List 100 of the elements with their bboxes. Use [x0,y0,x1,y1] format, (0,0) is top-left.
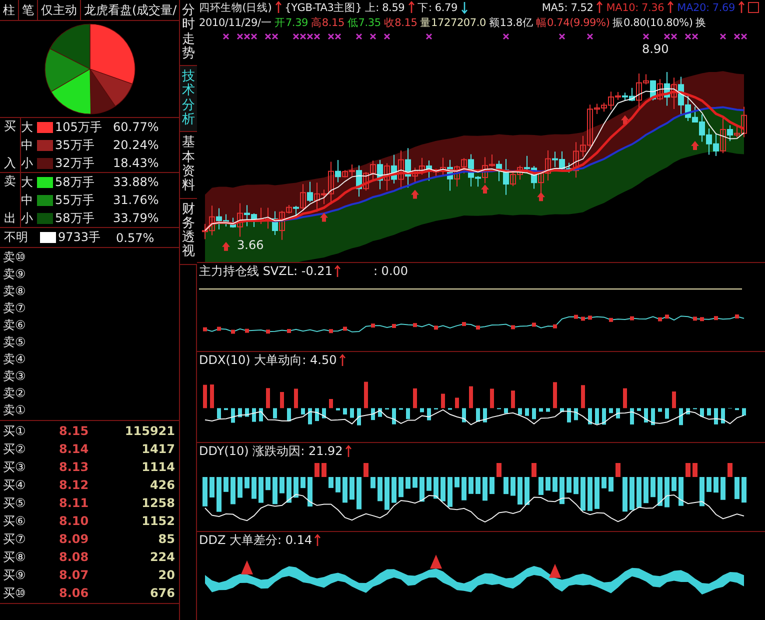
price-label: 3.66 [237,238,264,252]
indicator-title: DDX(10) 大单动向: 4.50 [199,352,337,368]
up-arrow-icon [691,141,699,150]
panel-tab[interactable]: 笔 [19,0,38,20]
indicator-title: DDZ 大单差分: 0.14 [199,532,312,548]
size-label: 大 [21,174,34,190]
up-arrow-icon [411,190,419,199]
ask-label: 卖⑥ [2,317,27,334]
percent-text: 31.76% [113,193,160,207]
up-arrow-icon [537,192,545,202]
bid-label: 买⑥ [3,513,27,530]
side-label: 买 [4,118,16,135]
size-label: 中 [21,192,34,208]
quote-value: 低7.35 [347,16,381,30]
quote-value: 收8.15 [384,16,418,30]
bid-volume: 1152 [140,513,175,530]
bid-volume: 1114 [140,459,175,476]
volume-text: 9733手 [58,229,102,246]
indicator-title: 主力持仓线 SVZL: -0.21 [199,262,332,280]
bid-label: 买⑩ [3,585,27,602]
chart-title: 四环生物(日线) [199,0,272,14]
square-icon[interactable] [748,2,759,13]
quote-value: 量1727207.0 [420,16,486,30]
volume-text: 55万手 [55,192,96,208]
spike-marker [549,564,561,578]
up-arrow-icon [334,264,342,278]
view-tab[interactable]: 技术分析 [180,66,197,132]
bid-label: 买⑦ [3,531,27,548]
ask-label: 卖⑨ [2,266,27,283]
ask-label: 卖⑧ [2,283,27,300]
indicator-name: {YGB-TA3主图} [284,0,362,14]
percent-text: 20.24% [113,138,160,152]
bid-volume: 85 [157,531,175,548]
ask-label: 卖① [2,402,27,419]
side-label: 出 [4,210,16,227]
ma-value: MA20: 7.69 [677,2,735,14]
ask-label: 卖④ [2,351,27,368]
bid-volume: 224 [148,549,175,566]
bid-label: 买⑤ [3,495,27,512]
ma-value: MA10: 7.36 [606,2,664,14]
ma-value: MA5: 7.52 [542,2,594,14]
bid-price: 8.13 [59,459,90,476]
bid-price: 8.15 [59,423,90,440]
view-tab[interactable]: 分时走势 [180,0,197,66]
bid-label: 买⑨ [3,567,27,584]
up-arrow-icon [667,1,674,14]
lower-value: 下: 6.79 [418,0,458,14]
quote-value: 幅0.74(9.99%) [536,16,610,30]
unknown-label: 不明 [4,229,29,246]
bid-price: 8.14 [59,441,90,458]
volume-text: 105万手 [55,118,103,136]
bid-price: 8.06 [59,585,90,602]
up-arrow-icon [621,115,629,124]
quote-value: 开7.39 [274,16,308,30]
indicator-title: DDY(10) 涨跌动因: 21.92 [199,442,343,460]
bid-volume: 676 [148,585,175,602]
side-label: 卖 [4,173,16,190]
percent-text: 33.88% [113,175,160,189]
panel-tab[interactable]: 柱 [0,0,19,20]
size-label: 中 [21,136,34,154]
up-arrow-icon [274,1,282,14]
indicator-value: : 0.00 [373,264,408,278]
panel-tab[interactable]: 仅主动 [38,0,81,20]
percent-text: 0.57% [116,230,156,244]
bid-price: 8.07 [59,567,90,584]
quote-value: 2010/11/29/一 [199,16,272,30]
bid-label: 买③ [3,459,27,476]
size-label: 小 [21,154,34,172]
quote-value: 振0.80(10.80%) [612,16,693,30]
bid-price: 8.08 [59,549,90,566]
quote-value: 换 [696,16,707,30]
bid-volume: 1258 [140,495,175,512]
volume-text: 35万手 [55,136,96,154]
bid-label: 买⑧ [3,549,27,566]
upper-value: 上: 8.59 [364,0,405,14]
spike-marker [241,560,253,574]
up-arrow-icon [481,184,489,194]
up-arrow-icon [408,1,415,14]
up-arrow-icon [314,534,322,546]
ask-label: 卖⑦ [2,300,27,317]
bid-volume: 1417 [140,441,175,458]
price-label: 8.90 [642,42,669,56]
percent-text: 18.43% [113,156,160,170]
size-label: 小 [21,210,34,226]
bid-label: 买② [3,441,27,458]
view-tab[interactable]: 基本资料 [180,132,197,199]
bid-volume: 115921 [124,423,175,440]
up-arrow-icon [320,212,328,222]
up-arrow-icon [338,354,346,366]
volume-text: 32万手 [55,154,96,172]
up-arrow-icon [344,444,352,458]
quote-value: 高8.15 [311,16,344,30]
up-arrow-icon [596,1,604,14]
bid-label: 买① [3,423,27,440]
bid-price: 8.09 [59,531,90,548]
side-label: 入 [4,155,16,172]
view-tab[interactable]: 财务透视 [180,198,197,265]
size-label: 大 [21,118,34,136]
bid-volume: 20 [157,567,175,584]
bid-price: 8.11 [59,495,90,512]
